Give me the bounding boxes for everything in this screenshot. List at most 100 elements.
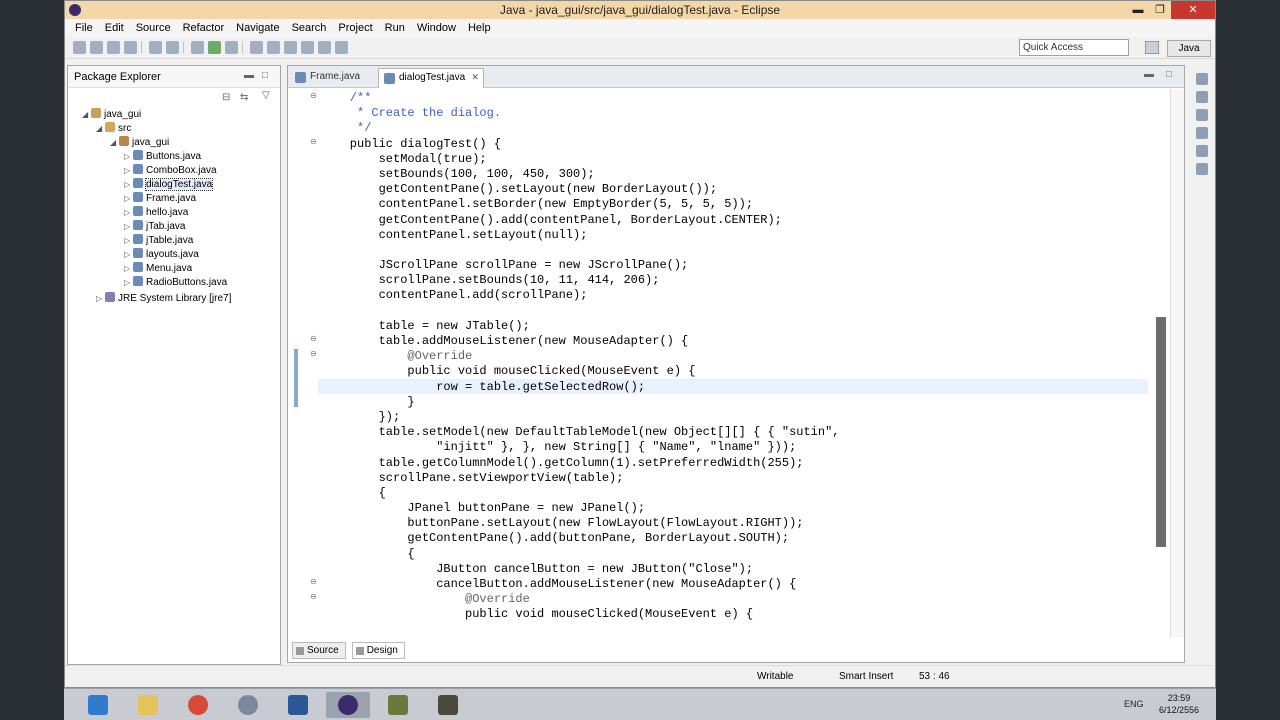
collapse-all-icon[interactable]: ⊟ (222, 92, 230, 103)
minimize-button[interactable]: ▬ (1127, 1, 1149, 19)
maximize-view-icon[interactable]: □ (262, 70, 268, 81)
close-button[interactable]: ✕ (1171, 1, 1215, 19)
tree-item[interactable]: ▷ jTable.java (124, 234, 193, 248)
print-icon[interactable] (124, 41, 137, 54)
tree-item[interactable]: ▷ ComboBox.java (124, 164, 217, 178)
clock-date: 6/12/2556 (1158, 705, 1200, 715)
code-area[interactable]: ⊖ ⊖ ⊖ ⊖ ⊖ ⊖ /** * Create the dialog. */ … (288, 89, 1184, 637)
source-folder-icon (105, 122, 115, 132)
fold-toggle-icon[interactable]: ⊖ (310, 137, 317, 146)
tree-item[interactable]: ▷ Frame.java (124, 192, 196, 206)
taskbar-app[interactable] (426, 692, 470, 718)
taskbar-chrome[interactable] (176, 692, 220, 718)
outline-icon[interactable] (1196, 73, 1208, 85)
tree-item-selected[interactable]: ▷ dialogTest.java (124, 178, 214, 192)
menu-project[interactable]: Project (332, 22, 378, 34)
system-clock[interactable]: 23:59 6/12/2556 (1154, 692, 1204, 716)
menu-source[interactable]: Source (130, 22, 177, 34)
code-line: getContentPane().add(contentPanel, Borde… (321, 212, 782, 227)
tree-item[interactable]: ▷ jTab.java (124, 220, 185, 234)
scrollbar-thumb[interactable] (1156, 317, 1166, 547)
debug-icon[interactable] (191, 41, 204, 54)
taskbar-eclipse[interactable] (326, 692, 370, 718)
tab-design[interactable]: Design (351, 641, 405, 659)
language-indicator[interactable]: ENG (1124, 699, 1144, 709)
taskbar-word[interactable] (276, 692, 320, 718)
annotation-icon[interactable] (284, 41, 297, 54)
new-icon[interactable] (73, 41, 86, 54)
menu-window[interactable]: Window (411, 22, 462, 34)
vertical-scrollbar[interactable] (1156, 89, 1166, 637)
code-line: } (321, 394, 415, 409)
taskbar-app[interactable] (376, 692, 420, 718)
java-file-icon (384, 73, 395, 84)
java-file-icon (133, 206, 143, 216)
tree-item[interactable]: ▷ JRE System Library [jre7] (96, 292, 231, 306)
tree-item[interactable]: ◢ src (96, 122, 131, 136)
fold-toggle-icon[interactable]: ⊖ (310, 91, 317, 100)
quick-access-input[interactable]: Quick Access (1019, 39, 1129, 56)
view-menu-icon[interactable]: ▽ (262, 90, 270, 101)
code-line: table.addMouseListener(new MouseAdapter(… (321, 334, 689, 348)
minimize-view-icon[interactable]: ▬ (244, 70, 254, 81)
menu-refactor[interactable]: Refactor (177, 22, 231, 34)
declaration-icon[interactable] (1196, 145, 1208, 157)
open-type-icon[interactable] (250, 41, 263, 54)
tree-item[interactable]: ◢ java_gui (82, 108, 141, 122)
forward-icon[interactable] (318, 41, 331, 54)
fold-toggle-icon[interactable]: ⊖ (310, 592, 317, 601)
taskbar-ie[interactable] (76, 692, 120, 718)
javadoc-icon[interactable] (1196, 127, 1208, 139)
new-package-icon[interactable] (149, 41, 162, 54)
toolbar-separator (141, 41, 145, 54)
overview-ruler[interactable] (1170, 89, 1184, 637)
menu-search[interactable]: Search (286, 22, 333, 34)
menu-file[interactable]: File (69, 22, 99, 34)
tab-frame-java[interactable]: Frame.java (290, 68, 376, 88)
minimize-editor-icon[interactable]: ▬ (1144, 69, 1154, 80)
package-explorer-tab[interactable]: Package Explorer (70, 69, 165, 85)
tree-item[interactable]: ▷ Buttons.java (124, 150, 201, 164)
new-class-icon[interactable] (166, 41, 179, 54)
tree-item[interactable]: ▷ hello.java (124, 206, 188, 220)
code-line: contentPanel.setBorder(new EmptyBorder(5… (321, 197, 754, 212)
close-tab-icon[interactable]: ✕ (471, 72, 479, 83)
menu-edit[interactable]: Edit (99, 22, 130, 34)
save-all-icon[interactable] (107, 41, 120, 54)
run-icon[interactable] (208, 41, 221, 54)
console-icon[interactable] (1196, 163, 1208, 175)
menu-run[interactable]: Run (379, 22, 411, 34)
menu-help[interactable]: Help (462, 22, 497, 34)
tree-item[interactable]: ▷ layouts.java (124, 248, 199, 262)
menu-navigate[interactable]: Navigate (230, 22, 285, 34)
pin-icon[interactable] (335, 41, 348, 54)
clock-time: 23:59 (1167, 693, 1191, 703)
fold-toggle-icon[interactable]: ⊖ (310, 334, 317, 343)
maximize-button[interactable]: ❐ (1149, 1, 1171, 19)
link-editor-icon[interactable]: ⇆ (240, 92, 248, 103)
code-line: public void mouseClicked(MouseEvent e) { (321, 607, 754, 622)
tree-item[interactable]: ◢ java_gui (110, 136, 169, 150)
java-perspective-button[interactable]: Java (1167, 40, 1211, 57)
back-icon[interactable] (301, 41, 314, 54)
save-icon[interactable] (90, 41, 103, 54)
tree-item[interactable]: ▷ Menu.java (124, 262, 192, 276)
maximize-editor-icon[interactable]: □ (1166, 69, 1172, 80)
problems-icon[interactable] (1196, 109, 1208, 121)
search-icon[interactable] (267, 41, 280, 54)
open-perspective-icon[interactable] (1145, 41, 1159, 54)
code-line: JButton cancelButton = new JButton("Clos… (321, 561, 754, 576)
fold-toggle-icon[interactable]: ⊖ (310, 349, 317, 358)
code-line: public void mouseClicked(MouseEvent e) { (321, 364, 696, 379)
windows-taskbar: ENG 23:59 6/12/2556 (64, 688, 1216, 720)
editor-tabs: Frame.java dialogTest.java ✕ ▬ □ (288, 66, 1184, 88)
external-tools-icon[interactable] (225, 41, 238, 54)
taskbar-explorer[interactable] (126, 692, 170, 718)
tab-source[interactable]: Source (292, 641, 346, 659)
tab-dialogtest-java[interactable]: dialogTest.java ✕ (378, 68, 484, 88)
tree-item[interactable]: ▷ RadioButtons.java (124, 276, 227, 290)
task-list-icon[interactable] (1196, 91, 1208, 103)
java-file-icon (133, 178, 143, 188)
taskbar-app[interactable] (226, 692, 270, 718)
fold-toggle-icon[interactable]: ⊖ (310, 577, 317, 586)
